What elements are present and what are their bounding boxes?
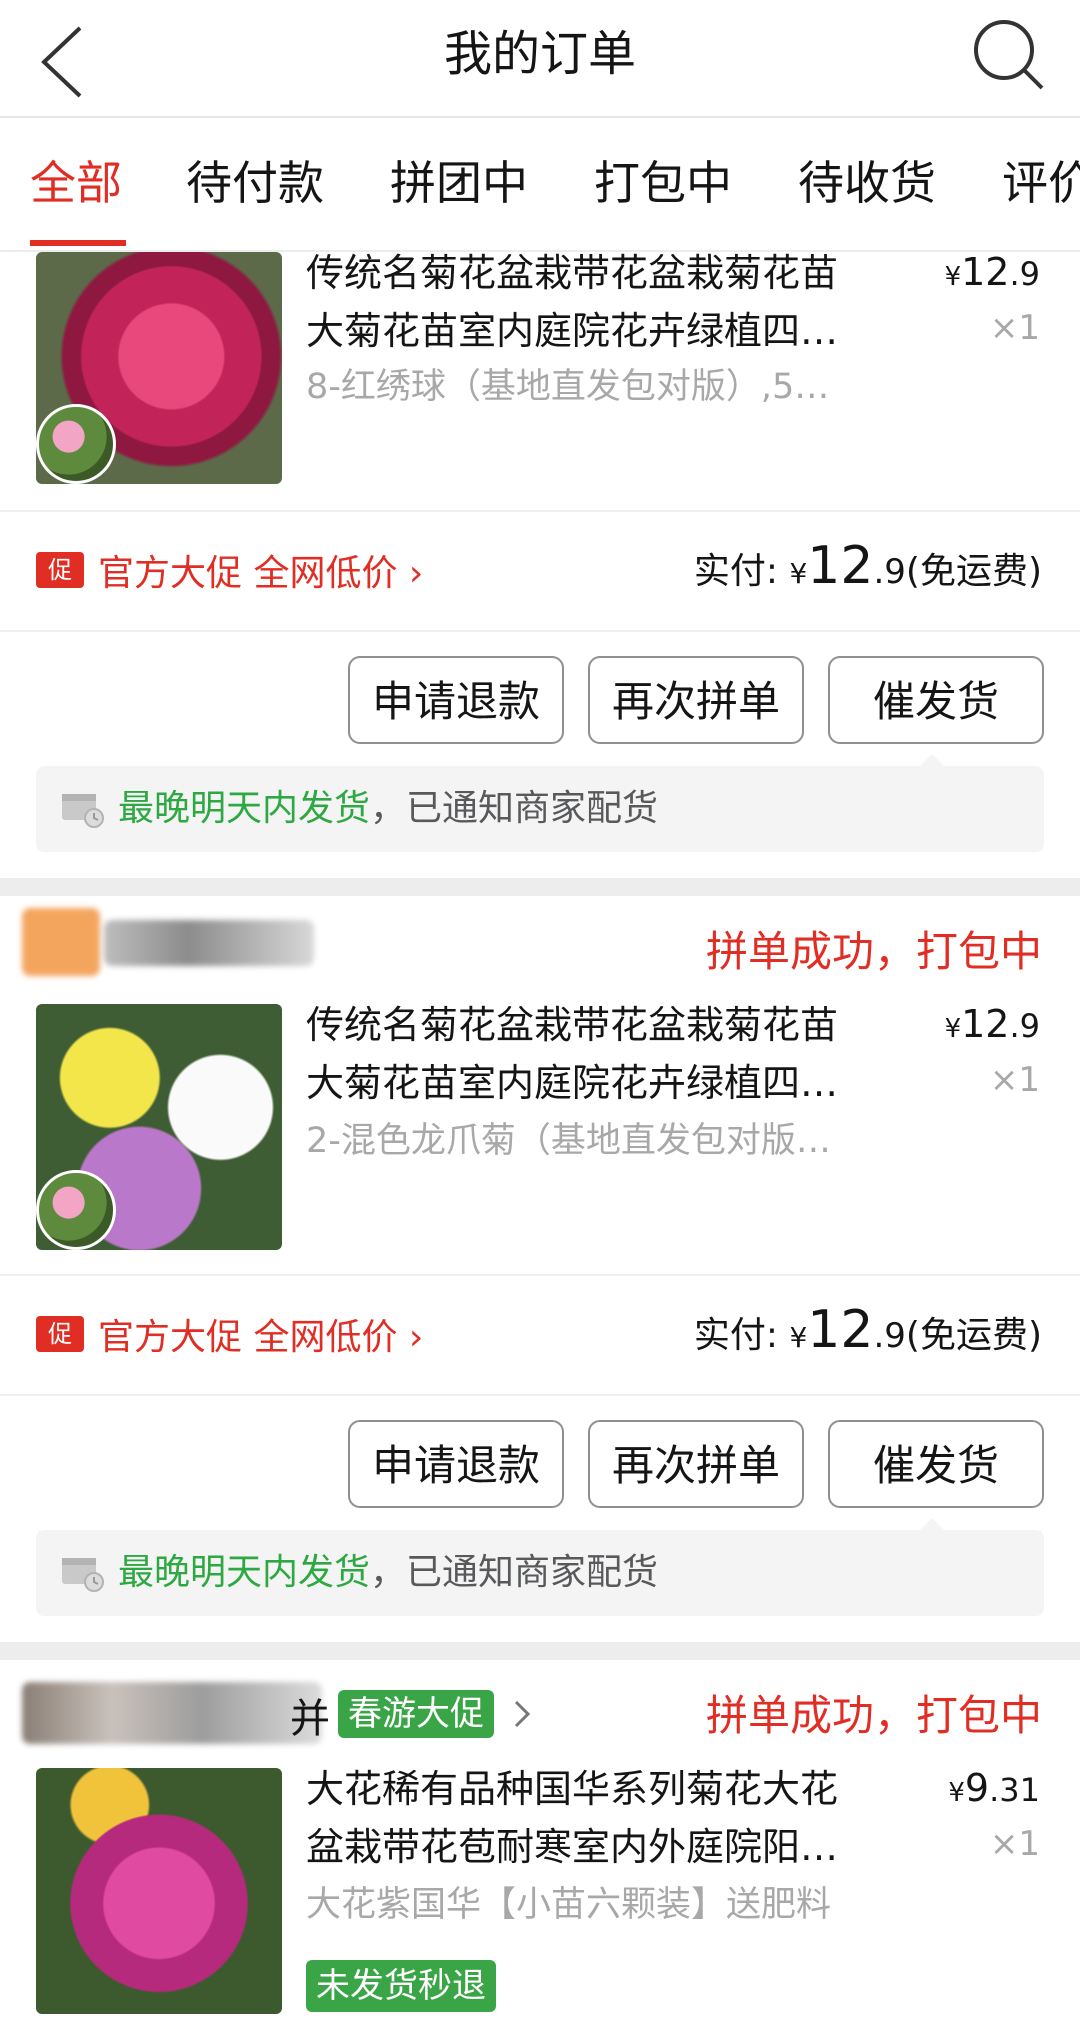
- chevron-right-icon[interactable]: [510, 1696, 534, 1732]
- order-status: 拼单成功，打包中: [705, 927, 1042, 976]
- page-title: 我的订单: [443, 26, 636, 82]
- tab-pending-payment[interactable]: 待付款: [186, 118, 324, 248]
- reorder-button[interactable]: 再次拼单: [588, 1420, 804, 1508]
- price-integer: 9: [964, 1766, 990, 1810]
- product-name-line2: 大菊花苗室内庭院花卉绿植四…: [306, 1061, 839, 1105]
- price-currency: ¥: [944, 262, 962, 292]
- shop-badge-image: [36, 1170, 116, 1250]
- shop-name[interactable]: [22, 1682, 322, 1744]
- product-name-line2: 大菊花苗室内庭院花卉绿植四…: [306, 309, 839, 353]
- product-quantity: ×1: [989, 1060, 1040, 1100]
- promo-tag[interactable]: 春游大促: [338, 1690, 494, 1738]
- product-spec: 2-混色龙爪菊（基地直发包对版…: [306, 1121, 831, 1161]
- shop-name-suffix: 并: [290, 1696, 330, 1742]
- product-price: ¥12.9: [945, 250, 1040, 294]
- tab-to-receive[interactable]: 待收货: [798, 118, 936, 248]
- product-name[interactable]: 大花稀有品种国华系列菊花大花 盆栽带花苞耐寒室内外庭院阳…: [306, 1760, 906, 1876]
- promo-link[interactable]: 官方大促 全网低价 ›: [98, 1308, 423, 1360]
- shop-name[interactable]: [104, 920, 314, 966]
- shipping-notice-text: 最晚明天内发货，已通知商家配货: [118, 1530, 658, 1616]
- product-name-line1: 大花稀有品种国华系列菊花大花: [306, 1767, 839, 1811]
- shipping-notice: 最晚明天内发货，已通知商家配货: [36, 1530, 1044, 1616]
- order-card: 并 春游大促 拼单成功，打包中 大花稀有品种国华系列菊花大花 盆栽带花苞耐寒室内…: [0, 1660, 1080, 2026]
- reorder-button[interactable]: 再次拼单: [588, 656, 804, 744]
- order-tabs: 全部 待付款 拼团中 打包中 待收货 评价: [0, 118, 1080, 252]
- delivery-calendar-icon: [62, 794, 104, 828]
- product-image[interactable]: [36, 1768, 282, 2014]
- urge-shipping-button[interactable]: 催发货: [828, 1420, 1044, 1508]
- product-name-line1: 传统名菊花盆栽带花盆栽菊花苗: [306, 251, 839, 295]
- chevron-left-icon[interactable]: [36, 16, 96, 106]
- paid-decimal: .9: [873, 552, 906, 592]
- shipping-status: ，已通知商家配货: [370, 788, 659, 829]
- product-quantity: ×1: [989, 308, 1040, 348]
- product-quantity: ×1: [989, 1824, 1040, 1864]
- price-integer: 12: [961, 1002, 1010, 1046]
- shipping-notice: 最晚明天内发货，已通知商家配货: [36, 766, 1044, 852]
- shop-avatar: [22, 908, 100, 976]
- price-decimal: .9: [1009, 255, 1040, 293]
- product-name-line1: 传统名菊花盆栽带花盆栽菊花苗: [306, 1003, 839, 1047]
- shipping-note: (免运费): [905, 1315, 1042, 1356]
- product-image[interactable]: [36, 252, 282, 484]
- product-price: ¥12.9: [945, 1002, 1040, 1046]
- tab-group-buying[interactable]: 拼团中: [390, 118, 528, 248]
- price-currency: ¥: [944, 1014, 962, 1044]
- active-tab-indicator: [30, 240, 126, 246]
- paid-integer: 12: [807, 1300, 874, 1360]
- order-card: 拼单成功，打包中 传统名菊花盆栽带花盆栽菊花苗 大菊花苗室内庭院花卉绿植四… 2…: [0, 896, 1080, 1642]
- product-spec: 8-红绣球（基地直发包对版）,5…: [306, 367, 830, 407]
- price-decimal: .9: [1009, 1007, 1040, 1045]
- promo-icon: 促: [36, 552, 84, 588]
- divider: [0, 1274, 1080, 1276]
- paid-label: 实付:: [693, 551, 778, 592]
- paid-currency: ¥: [789, 557, 808, 590]
- shop-badge-image: [36, 404, 116, 484]
- tab-all[interactable]: 全部: [30, 118, 122, 248]
- paid-decimal: .9: [873, 1316, 906, 1356]
- tab-packing[interactable]: 打包中: [594, 118, 732, 248]
- amount-paid: 实付: ¥12.9(免运费): [694, 1300, 1042, 1360]
- instant-refund-tag: 未发货秒退: [306, 1960, 496, 2012]
- shipping-note: (免运费): [905, 551, 1042, 592]
- divider: [0, 510, 1080, 512]
- shipping-deadline: 最晚明天内发货: [118, 788, 371, 829]
- paid-currency: ¥: [789, 1321, 808, 1354]
- promo-icon: 促: [36, 1316, 84, 1352]
- price-currency: ¥: [948, 1778, 965, 1808]
- shipping-status: ，已通知商家配货: [370, 1552, 659, 1593]
- divider: [0, 1394, 1080, 1396]
- product-price: ¥9.31: [948, 1766, 1040, 1810]
- product-name-line2: 盆栽带花苞耐寒室内外庭院阳…: [306, 1825, 839, 1869]
- search-icon[interactable]: [968, 14, 1048, 94]
- product-name[interactable]: 传统名菊花盆栽带花盆栽菊花苗 大菊花苗室内庭院花卉绿植四…: [306, 244, 906, 360]
- shipping-deadline: 最晚明天内发货: [118, 1552, 371, 1593]
- order-status: 拼单成功，打包中: [705, 1691, 1042, 1740]
- product-name[interactable]: 传统名菊花盆栽带花盆栽菊花苗 大菊花苗室内庭院花卉绿植四…: [306, 996, 906, 1112]
- paid-label: 实付:: [693, 1315, 778, 1356]
- urge-shipping-button[interactable]: 催发货: [828, 656, 1044, 744]
- paid-integer: 12: [807, 536, 874, 596]
- price-integer: 12: [961, 250, 1010, 294]
- amount-paid: 实付: ¥12.9(免运费): [694, 536, 1042, 596]
- tab-review[interactable]: 评价: [1002, 118, 1080, 248]
- product-spec: 大花紫国华【小苗六颗装】送肥料: [306, 1885, 832, 1925]
- promo-link[interactable]: 官方大促 全网低价 ›: [98, 544, 423, 596]
- divider: [0, 630, 1080, 632]
- refund-button[interactable]: 申请退款: [348, 1420, 564, 1508]
- price-decimal: .31: [989, 1771, 1040, 1809]
- shipping-notice-text: 最晚明天内发货，已通知商家配货: [118, 766, 658, 852]
- delivery-calendar-icon: [62, 1558, 104, 1592]
- product-image[interactable]: [36, 1004, 282, 1250]
- refund-button[interactable]: 申请退款: [348, 656, 564, 744]
- order-card: 传统名菊花盆栽带花盆栽菊花苗 大菊花苗室内庭院花卉绿植四… 8-红绣球（基地直发…: [0, 250, 1080, 878]
